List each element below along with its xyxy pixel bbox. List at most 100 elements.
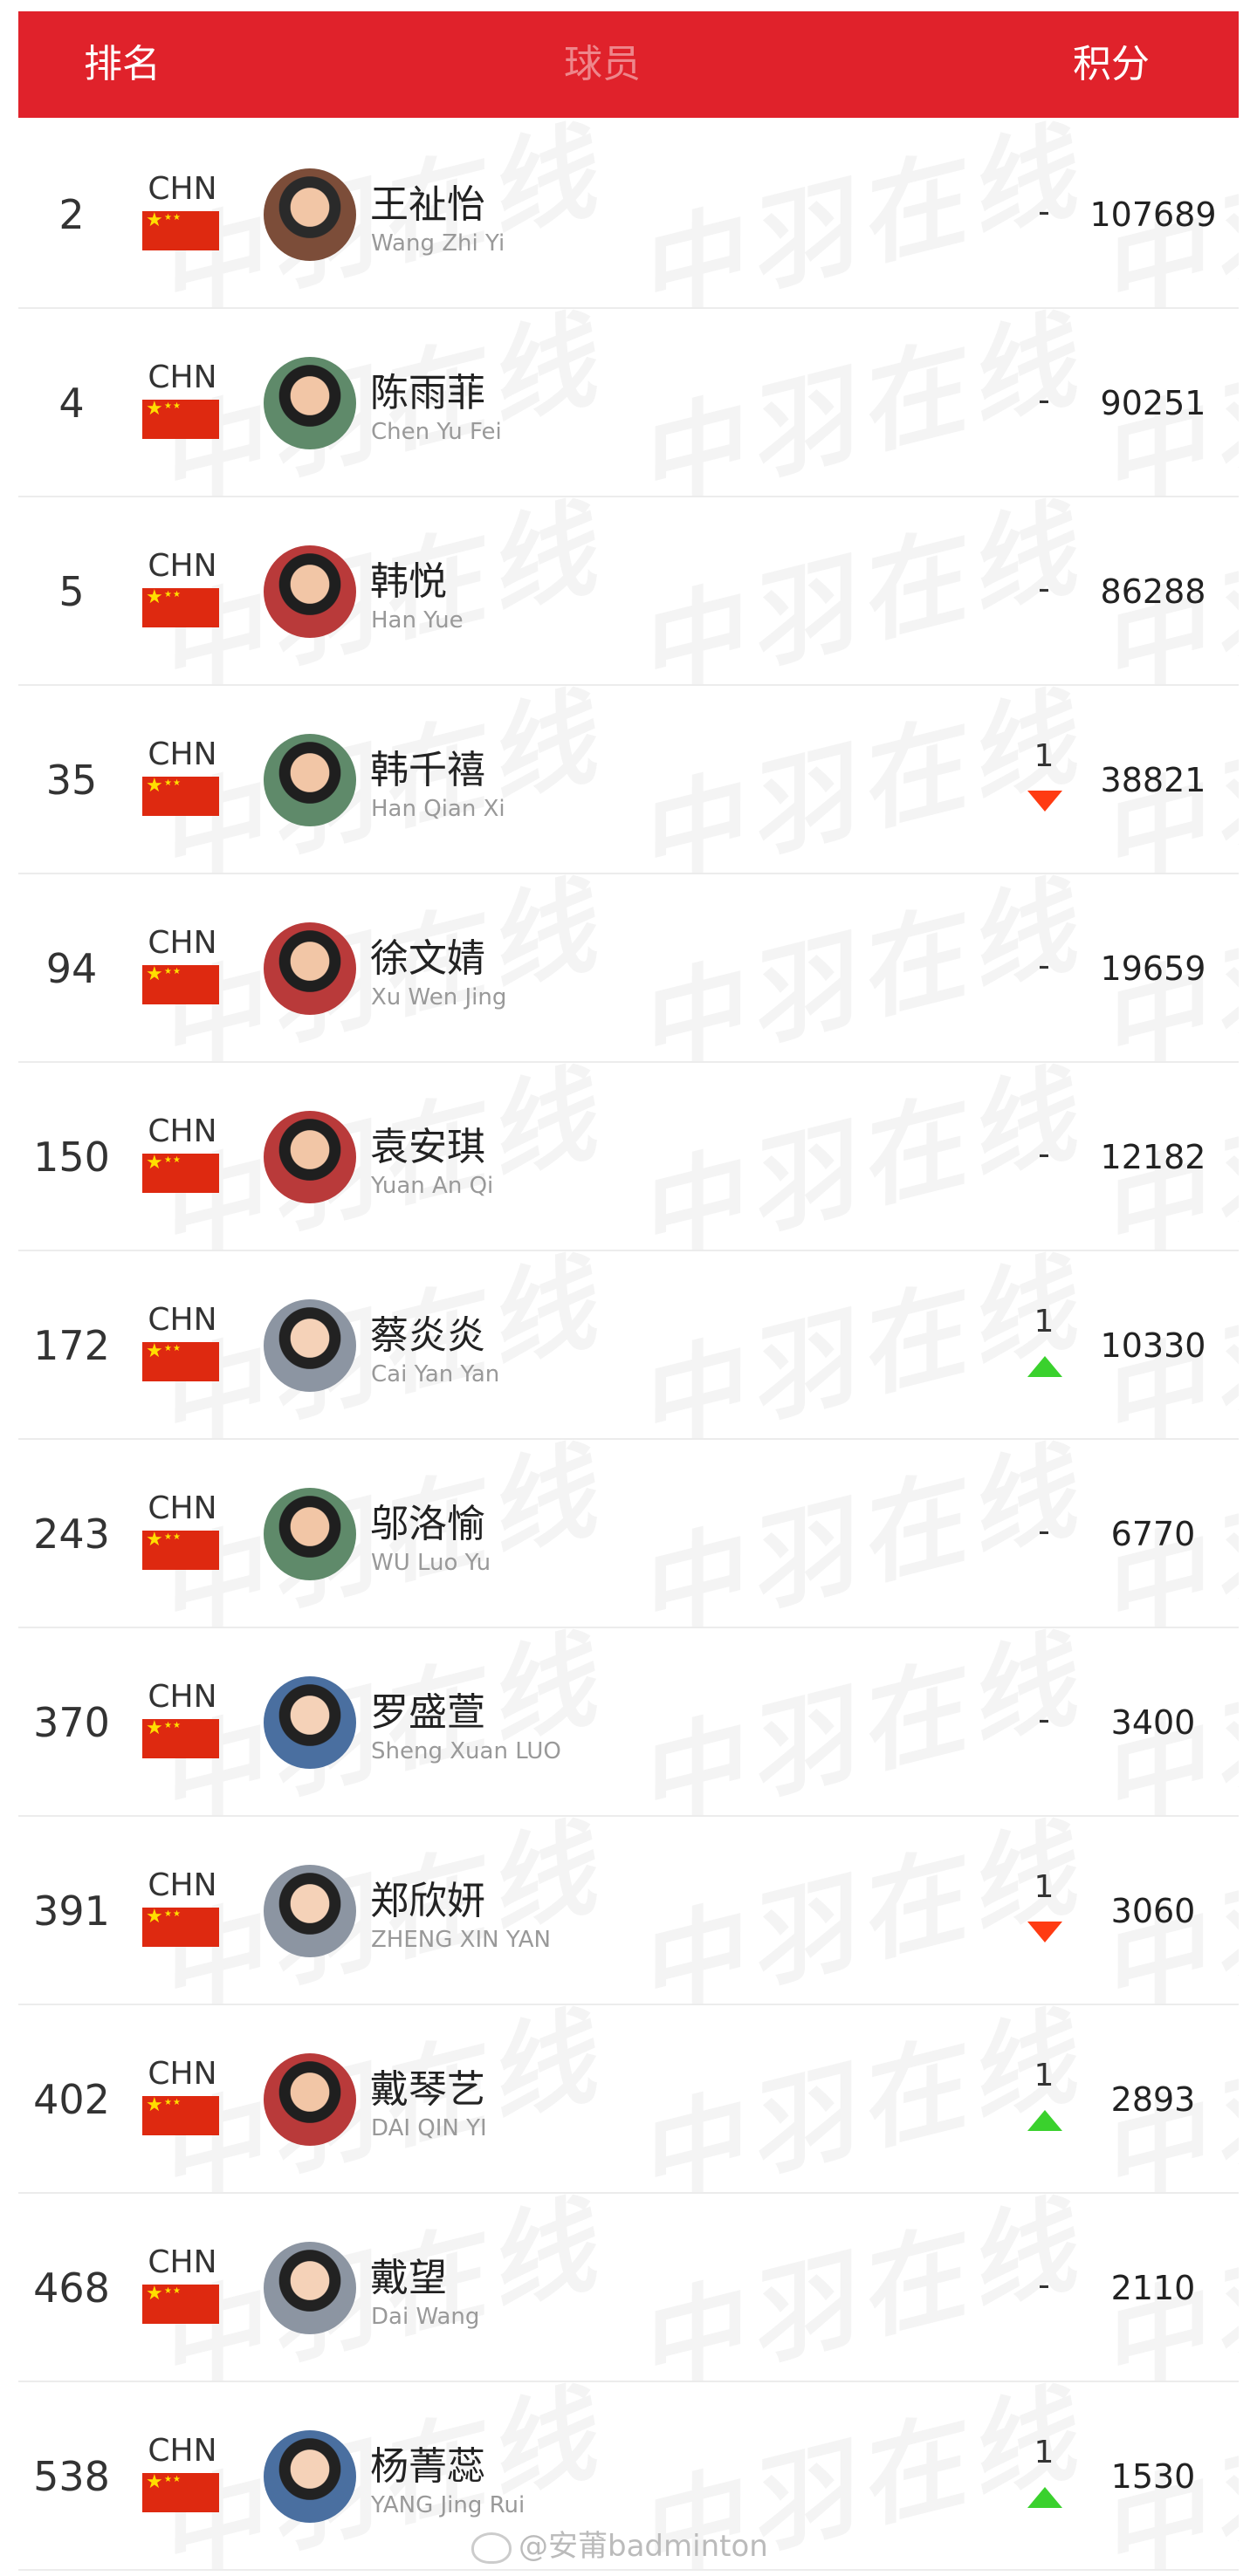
player-name-cn[interactable]: 罗盛萱 — [370, 1681, 485, 1737]
player-name-en: Wang Zhi Yi — [371, 230, 505, 257]
country-code: CHN — [148, 1679, 217, 1715]
player-name-cn[interactable]: 陈雨菲 — [370, 361, 485, 417]
player-avatar[interactable] — [264, 2242, 356, 2334]
rank-number: 538 — [33, 2453, 110, 2500]
credit-text: @安莆badminton — [519, 2529, 768, 2564]
rank-change: - — [1018, 497, 1070, 684]
player-name-cn[interactable]: 韩千禧 — [370, 738, 485, 794]
ranking-row[interactable]: 中羽在线中羽在线中羽在线468CHN戴望Dai Wang-2110 — [18, 2194, 1239, 2382]
player-avatar[interactable] — [264, 357, 356, 449]
china-flag-icon — [142, 965, 219, 1004]
player-name-en: Han Yue — [371, 607, 464, 634]
player-avatar[interactable] — [264, 1865, 356, 1957]
country-code: CHN — [148, 1490, 217, 1526]
arrow-up-icon — [1027, 1356, 1062, 1377]
rank-change: 1 — [1018, 1251, 1070, 1438]
ranking-row[interactable]: 中羽在线中羽在线中羽在线150CHN袁安琪Yuan An Qi-12182 — [18, 1063, 1239, 1251]
country-code: CHN — [148, 360, 217, 395]
country-code: CHN — [148, 171, 217, 207]
player-name-en: Han Qian Xi — [371, 796, 505, 822]
ranking-row[interactable]: 中羽在线中羽在线中羽在线402CHN戴琴艺DAI QIN YI12893 — [18, 2005, 1239, 2194]
player-name-cn[interactable]: 戴望 — [370, 2246, 447, 2302]
rank-number: 468 — [33, 2264, 110, 2312]
points-column-header: 积分 — [1073, 42, 1150, 86]
player-name-cn[interactable]: 戴琴艺 — [370, 2058, 485, 2114]
points-value: 1530 — [1110, 2457, 1196, 2496]
no-change-dash: - — [1038, 1700, 1050, 1738]
country-code: CHN — [148, 2056, 217, 2092]
points-value: 19659 — [1100, 949, 1206, 988]
player-name-cn[interactable]: 徐文婧 — [370, 927, 485, 983]
china-flag-icon — [142, 1908, 219, 1947]
china-flag-icon — [142, 211, 219, 250]
player-column-header: 球员 — [564, 42, 641, 86]
points-value: 10330 — [1100, 1326, 1206, 1365]
country-code: CHN — [148, 2244, 217, 2280]
player-avatar[interactable] — [264, 168, 356, 261]
china-flag-icon — [142, 1531, 219, 1570]
ranking-row[interactable]: 中羽在线中羽在线中羽在线94CHN徐文婧Xu Wen Jing-19659 — [18, 874, 1239, 1063]
rank-number: 402 — [33, 2076, 110, 2123]
player-name-cn[interactable]: 蔡炎炎 — [370, 1304, 485, 1360]
rank-change: - — [1018, 874, 1070, 1061]
china-flag-icon — [142, 1719, 219, 1758]
points-value: 3400 — [1110, 1703, 1196, 1742]
rank-change: 1 — [1018, 2382, 1070, 2569]
china-flag-icon — [142, 1342, 219, 1381]
player-avatar[interactable] — [264, 545, 356, 638]
country-code: CHN — [148, 736, 217, 772]
rank-number: 2 — [58, 191, 85, 238]
points-value: 90251 — [1100, 384, 1206, 422]
points-value: 38821 — [1100, 761, 1206, 799]
rank-number: 35 — [45, 757, 98, 804]
ranking-row[interactable]: 中羽在线中羽在线中羽在线4CHN陈雨菲Chen Yu Fei-90251 — [18, 309, 1239, 497]
ranking-row[interactable]: 中羽在线中羽在线中羽在线35CHN韩千禧Han Qian Xi138821 — [18, 686, 1239, 874]
player-avatar[interactable] — [264, 1299, 356, 1392]
player-name-en: WU Luo Yu — [371, 1550, 491, 1576]
no-change-dash: - — [1038, 569, 1050, 607]
no-change-dash: - — [1038, 2265, 1050, 2304]
points-value: 107689 — [1089, 195, 1217, 234]
player-name-en: Sheng Xuan LUO — [371, 1738, 561, 1764]
ranking-row[interactable]: 中羽在线中羽在线中羽在线2CHN王祉怡Wang Zhi Yi-107689 — [18, 120, 1239, 309]
country-code: CHN — [148, 1113, 217, 1149]
player-avatar[interactable] — [264, 1488, 356, 1580]
player-name-en: DAI QIN YI — [371, 2115, 487, 2141]
china-flag-icon — [142, 777, 219, 816]
ranking-row[interactable]: 中羽在线中羽在线中羽在线5CHN韩悦Han Yue-86288 — [18, 497, 1239, 686]
no-change-dash: - — [1038, 192, 1050, 230]
rank-change: 1 — [1018, 1817, 1070, 2004]
rank-column-header: 排名 — [84, 42, 161, 86]
country-code: CHN — [148, 2433, 217, 2469]
arrow-down-icon — [1027, 791, 1062, 812]
player-name-cn[interactable]: 郑欣妍 — [370, 1869, 485, 1925]
weibo-credit: @安莆badminton — [471, 2522, 768, 2565]
player-avatar[interactable] — [264, 2053, 356, 2146]
player-name-cn[interactable]: 王祉怡 — [370, 173, 485, 229]
rank-number: 370 — [33, 1699, 110, 1746]
ranking-row[interactable]: 中羽在线中羽在线中羽在线370CHN罗盛萱Sheng Xuan LUO-3400 — [18, 1628, 1239, 1817]
no-change-dash: - — [1038, 380, 1050, 419]
points-value: 12182 — [1100, 1138, 1206, 1176]
player-avatar[interactable] — [264, 2430, 356, 2523]
points-value: 3060 — [1110, 1892, 1196, 1930]
player-name-cn[interactable]: 袁安琪 — [370, 1115, 485, 1171]
weibo-icon — [471, 2531, 512, 2564]
player-avatar[interactable] — [264, 734, 356, 826]
points-value: 2110 — [1110, 2269, 1196, 2307]
player-name-cn[interactable]: 杨菁蕊 — [370, 2435, 485, 2490]
no-change-dash: - — [1038, 1134, 1050, 1173]
player-name-cn[interactable]: 韩悦 — [370, 550, 447, 606]
ranking-row[interactable]: 中羽在线中羽在线中羽在线243CHN邬洛愉WU Luo Yu-6770 — [18, 1440, 1239, 1628]
ranking-header: 排名 球员 积分 — [18, 11, 1239, 118]
player-avatar[interactable] — [264, 1676, 356, 1769]
player-name-cn[interactable]: 邬洛愉 — [370, 1492, 485, 1548]
player-avatar[interactable] — [264, 922, 356, 1015]
rank-change: - — [1018, 1440, 1070, 1627]
ranking-row[interactable]: 中羽在线中羽在线中羽在线172CHN蔡炎炎Cai Yan Yan110330 — [18, 1251, 1239, 1440]
ranking-row[interactable]: 中羽在线中羽在线中羽在线391CHN郑欣妍ZHENG XIN YAN13060 — [18, 1817, 1239, 2005]
arrow-up-icon — [1027, 2110, 1062, 2131]
country-code: CHN — [148, 1867, 217, 1903]
player-avatar[interactable] — [264, 1111, 356, 1203]
china-flag-icon — [142, 588, 219, 627]
